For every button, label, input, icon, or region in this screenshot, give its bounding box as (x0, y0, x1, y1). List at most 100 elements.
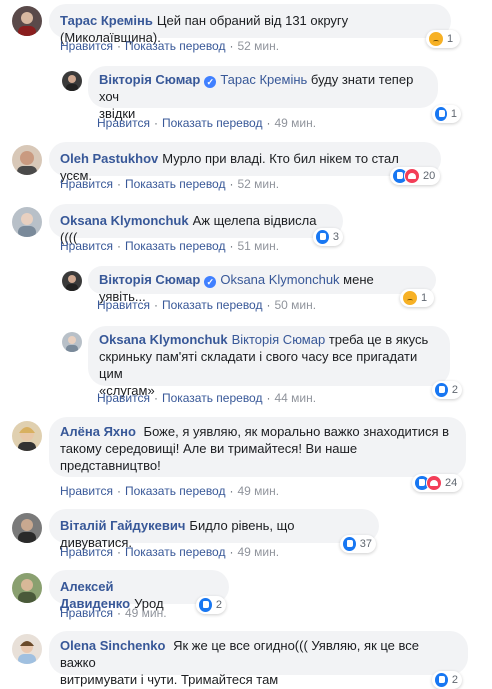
avatar-photo-icon (18, 427, 36, 451)
like-reaction-icon (342, 536, 357, 552)
comment-bubble: Вікторія Сюмар ✓ Тарас Кремінь буду знати … (88, 66, 438, 121)
reaction-count: 1 (421, 292, 428, 304)
comment-text: треба це в якусь (325, 332, 429, 347)
timestamp[interactable]: 50 мин. (274, 298, 316, 312)
mention-link[interactable]: Тарас Кремінь (220, 72, 307, 87)
avatar[interactable] (62, 271, 82, 291)
reaction-badge[interactable]: 20 (390, 167, 440, 185)
show-translation-link[interactable]: Показать перевод (125, 177, 226, 191)
avatar[interactable] (62, 332, 82, 352)
comment-text-line-2: витримувати і чути. Тримайтеся там (60, 672, 279, 687)
show-translation-link[interactable]: Показать перевод (125, 545, 226, 559)
like-link[interactable]: Нравится (60, 177, 113, 191)
like-link[interactable]: Нравится (60, 239, 113, 253)
avatar-photo-icon (66, 336, 78, 352)
mention-link[interactable]: Вікторія Сюмар (232, 332, 326, 347)
reaction-badge[interactable]: 37 (340, 535, 376, 553)
comment-author[interactable]: Oksana Klymonchuk (60, 213, 189, 228)
reaction-count: 37 (359, 538, 372, 550)
avatar[interactable] (12, 145, 42, 175)
reaction-count: 3 (332, 231, 339, 243)
show-translation-link[interactable]: Показать перевод (162, 116, 263, 130)
like-link[interactable]: Нравится (97, 391, 150, 405)
show-translation-link[interactable]: Показать перевод (125, 484, 226, 498)
comment-author[interactable]: Вікторія Сюмар (99, 72, 200, 87)
reaction-count: 2 (451, 384, 458, 396)
timestamp[interactable]: 49 мин. (237, 545, 279, 559)
reaction-count: 20 (423, 170, 436, 182)
reaction-badge[interactable]: 1 (400, 289, 434, 307)
reaction-badge[interactable]: 24 (412, 474, 462, 492)
reaction-count: 24 (445, 477, 458, 489)
comment-actions: Нравится · Показать перевод · 50 мин. (97, 298, 317, 312)
timestamp[interactable]: 51 мин. (237, 239, 279, 253)
reaction-badge[interactable]: 2 (432, 381, 462, 399)
avatar[interactable] (12, 421, 42, 451)
comment-actions: Нравится · Показать перевод · 52 мин. (60, 177, 280, 191)
avatar-photo-icon (18, 213, 36, 237)
verified-badge-icon: ✓ (204, 276, 217, 288)
timestamp[interactable]: 49 мин. (125, 606, 167, 620)
reaction-badge[interactable]: 1 (432, 105, 461, 123)
show-translation-link[interactable]: Показать перевод (125, 239, 226, 253)
reaction-badge[interactable]: 3 (313, 228, 343, 246)
reaction-count: 1 (447, 33, 454, 45)
comment-author[interactable]: Olena Sinchenko (60, 638, 165, 653)
avatar[interactable] (12, 634, 42, 664)
like-link[interactable]: Нравится (60, 606, 113, 620)
avatar[interactable] (12, 207, 42, 237)
comment-bubble: Oksana Klymonchuk Вікторія Сюмар треба це… (88, 326, 450, 398)
like-reaction-icon (315, 229, 330, 245)
comment-actions: Нравится · Показать перевод · 49 мин. (97, 116, 317, 130)
comment-text-line-2: такому середовищі! Але ви тримайтеся! Ви… (60, 441, 358, 456)
timestamp[interactable]: 52 мин. (237, 177, 279, 191)
show-translation-link[interactable]: Показать перевод (162, 391, 263, 405)
avatar-photo-icon (18, 579, 36, 603)
like-link[interactable]: Нравится (97, 298, 150, 312)
timestamp[interactable]: 49 мин. (237, 484, 279, 498)
verified-badge-icon: ✓ (204, 76, 217, 88)
avatar[interactable] (62, 71, 82, 91)
comment-author[interactable]: Тарас Кремінь (60, 13, 153, 28)
avatar-photo-icon (66, 275, 78, 291)
reaction-count: 1 (450, 108, 457, 120)
comment-author[interactable]: Oksana Klymonchuk (99, 332, 228, 347)
avatar-photo-icon (18, 12, 36, 36)
avatar[interactable] (12, 6, 42, 36)
like-reaction-icon (198, 597, 213, 613)
like-link[interactable]: Нравится (97, 116, 150, 130)
comment-author[interactable]: Віталій Гайдукевич (60, 518, 185, 533)
love-reaction-icon (404, 168, 420, 184)
comment-actions: Нравится · 49 мин. (60, 606, 167, 620)
mention-link[interactable]: Oksana Klymonchuk (220, 272, 339, 287)
timestamp[interactable]: 52 мин. (237, 39, 279, 53)
like-link[interactable]: Нравится (60, 545, 113, 559)
sad-reaction-icon (402, 290, 418, 306)
avatar-photo-icon (17, 151, 37, 175)
comment-bubble: Віталій Гайдукевич Бидло рівень, що дивув… (49, 509, 379, 550)
comment-author[interactable]: Вікторія Сюмар (99, 272, 200, 287)
comment-actions: Нравится · Показать перевод · 51 мин. (60, 239, 280, 253)
timestamp[interactable]: 44 мин. (274, 391, 316, 405)
comment-text: Боже, я уявляю, як морально важко знаход… (139, 424, 450, 439)
comment-bubble: Алёна Яхно Боже, я уявляю, як морально в… (49, 417, 466, 477)
comment-actions: Нравится · Показать перевод · 49 мин. (60, 545, 280, 559)
avatar-photo-icon (18, 641, 36, 664)
comment-author[interactable]: Oleh Pastukhov (60, 151, 158, 166)
comment-author[interactable]: Алёна Яхно (60, 424, 136, 439)
like-link[interactable]: Нравится (60, 484, 113, 498)
comment-bubble: Olena Sinchenko Як же це все огидно((( У… (49, 631, 468, 687)
timestamp[interactable]: 49 мин. (274, 116, 316, 130)
like-reaction-icon (434, 106, 448, 122)
avatar[interactable] (12, 513, 42, 543)
show-translation-link[interactable]: Показать перевод (162, 298, 263, 312)
avatar[interactable] (12, 573, 42, 603)
reaction-badge[interactable]: 2 (196, 596, 226, 614)
show-translation-link[interactable]: Показать перевод (125, 39, 226, 53)
sad-reaction-icon (428, 31, 444, 47)
like-link[interactable]: Нравится (60, 39, 113, 53)
reaction-badge[interactable]: 2 (432, 671, 462, 689)
like-reaction-icon (434, 382, 449, 398)
reaction-badge[interactable]: 1 (426, 30, 460, 48)
comment-actions: Нравится · Показать перевод · 44 мин. (97, 391, 317, 405)
